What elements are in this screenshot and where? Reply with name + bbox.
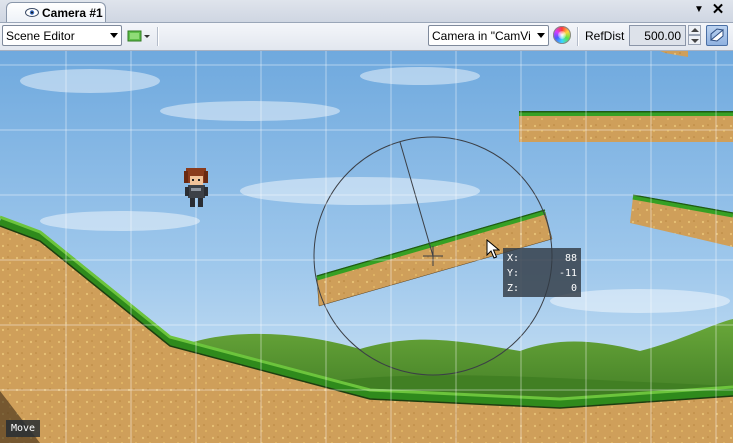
camera-select[interactable]: Camera in "CamVi (428, 25, 549, 46)
coord-y-row: Y: -11 (507, 266, 577, 281)
tab-label: Camera #1 (42, 6, 103, 20)
mode-select[interactable]: Scene Editor (2, 25, 122, 46)
eye-icon (25, 8, 39, 17)
coord-x-value: 88 (564, 253, 577, 264)
tool-mode-label: Move (6, 420, 41, 437)
coord-z-row: Z: 0 (507, 281, 577, 296)
coord-z-label: Z: (507, 283, 520, 294)
refdist-stepper[interactable] (688, 25, 701, 46)
coord-y-label: Y: (507, 268, 520, 279)
toolbar-separator (577, 27, 579, 46)
view-toggle-button[interactable] (706, 25, 728, 46)
coord-y-value: -11 (558, 268, 577, 279)
tab-strip: Camera #1 ▼ ✕ (0, 0, 733, 23)
tab-camera-1[interactable]: Camera #1 (6, 2, 106, 22)
coord-x-row: X: 88 (507, 251, 577, 266)
coord-z-value: 0 (570, 283, 577, 294)
refdist-label: RefDist (585, 29, 625, 43)
color-wheel-icon[interactable] (553, 26, 571, 44)
mode-select-value: Scene Editor (6, 29, 75, 43)
stepper-up-icon[interactable] (688, 25, 701, 35)
gizmo-coordinate-readout: X: 88 Y: -11 Z: 0 (503, 248, 581, 297)
mouse-cursor-icon (486, 239, 500, 259)
layer-dropdown-button[interactable] (126, 28, 152, 44)
stepper-down-icon[interactable] (688, 35, 701, 45)
platform-upper-right[interactable] (519, 111, 733, 142)
window-menu-button[interactable]: ▼ (693, 3, 705, 17)
chevron-down-icon (110, 33, 118, 38)
scene-viewport[interactable]: X: 88 Y: -11 Z: 0 Move (0, 51, 733, 443)
refdist-input[interactable]: 500.00 (629, 25, 686, 46)
camera-select-value: Camera in "CamVi (432, 29, 531, 43)
toolbar-separator (157, 27, 159, 46)
coord-x-label: X: (507, 253, 520, 264)
camera-view-icon (709, 28, 724, 42)
toolbar: Scene Editor Camera in "CamVi RefDist 50… (0, 23, 733, 51)
close-button[interactable]: ✕ (711, 2, 725, 18)
chevron-down-icon (537, 33, 545, 38)
scene-canvas[interactable] (0, 51, 733, 443)
